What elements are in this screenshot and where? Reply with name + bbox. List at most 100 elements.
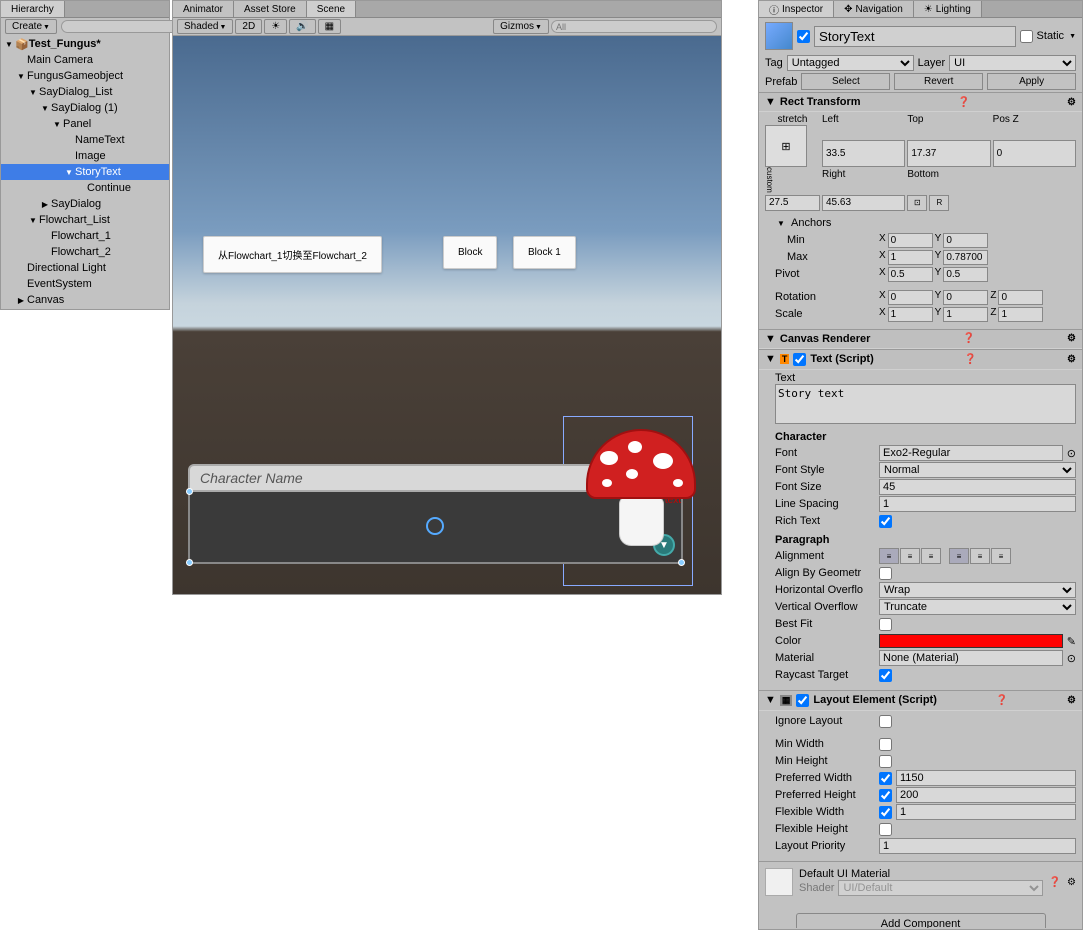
gear-icon[interactable]: ⚙: [1067, 695, 1076, 706]
help-icon[interactable]: ❓: [964, 354, 976, 365]
node-saydialog[interactable]: ▶SayDialog: [1, 196, 169, 212]
anchor-max-x[interactable]: [888, 250, 933, 265]
node-directional-light[interactable]: Directional Light: [1, 260, 169, 276]
pivot-x[interactable]: [888, 267, 933, 282]
color-swatch[interactable]: [879, 634, 1063, 648]
anchors-label[interactable]: Anchors: [791, 217, 831, 229]
text-enabled-checkbox[interactable]: [793, 353, 806, 366]
hierarchy-tab[interactable]: Hierarchy: [1, 1, 65, 17]
layout-enabled-checkbox[interactable]: [796, 694, 809, 707]
block-item-1[interactable]: Block 1: [513, 236, 576, 269]
block-switch-flowchart[interactable]: 从Flowchart_1切换至Flowchart_2: [203, 236, 382, 273]
rect-right[interactable]: [765, 195, 820, 211]
pivot-y[interactable]: [943, 267, 988, 282]
anchor-max-y[interactable]: [943, 250, 988, 265]
prefab-apply-button[interactable]: Apply: [987, 73, 1076, 90]
node-flowchart-list[interactable]: ▼Flowchart_List: [1, 212, 169, 228]
align-middle-icon[interactable]: ≡: [970, 548, 990, 564]
shaded-dropdown[interactable]: Shaded▼: [177, 19, 233, 34]
node-panel[interactable]: ▼Panel: [1, 116, 169, 132]
scale-y[interactable]: [943, 307, 988, 322]
gameobject-name-field[interactable]: [814, 26, 1016, 47]
animator-tab[interactable]: Animator: [173, 1, 234, 17]
active-checkbox[interactable]: [797, 30, 810, 43]
scale-x[interactable]: [888, 307, 933, 322]
min-height-checkbox[interactable]: [879, 755, 892, 768]
node-continue[interactable]: Continue: [1, 180, 169, 196]
line-spacing-field[interactable]: [879, 496, 1076, 512]
node-flowchart-1[interactable]: Flowchart_1: [1, 228, 169, 244]
create-button[interactable]: Create▼: [5, 19, 57, 34]
node-fungus-gameobject[interactable]: ▼FungusGameobject: [1, 68, 169, 84]
align-top-icon[interactable]: ≡: [949, 548, 969, 564]
rect-transform-header[interactable]: ▼Rect Transform❓⚙: [759, 92, 1082, 112]
align-geometry-checkbox[interactable]: [879, 567, 892, 580]
anchor-preset-button[interactable]: ⊞: [765, 125, 807, 167]
node-canvas[interactable]: ▶Canvas: [1, 292, 169, 308]
help-icon[interactable]: ❓: [996, 695, 1008, 706]
rotation-z[interactable]: [998, 290, 1043, 305]
navigation-tab[interactable]: ✥ Navigation: [834, 1, 914, 17]
font-size-field[interactable]: [879, 479, 1076, 495]
layout-element-header[interactable]: ▼▦Layout Element (Script)❓⚙: [759, 690, 1082, 711]
prefab-select-button[interactable]: Select: [801, 73, 890, 90]
object-picker-icon[interactable]: ⊙: [1067, 447, 1076, 460]
tag-dropdown[interactable]: Untagged: [787, 55, 914, 71]
add-component-button[interactable]: Add Component: [796, 913, 1046, 928]
align-bottom-icon[interactable]: ≡: [991, 548, 1011, 564]
align-right-icon[interactable]: ≡: [921, 548, 941, 564]
light-icon[interactable]: ☀: [264, 19, 287, 34]
asset-store-tab[interactable]: Asset Store: [234, 1, 307, 17]
scene-search[interactable]: [551, 20, 717, 33]
static-checkbox[interactable]: [1020, 30, 1033, 43]
text-component-header[interactable]: ▼TText (Script)❓⚙: [759, 349, 1082, 370]
text-textarea[interactable]: Story text: [775, 384, 1076, 424]
pref-width-field[interactable]: [896, 770, 1076, 786]
pref-width-checkbox[interactable]: [879, 772, 892, 785]
layer-dropdown[interactable]: UI: [949, 55, 1076, 71]
canvas-renderer-header[interactable]: ▼Canvas Renderer❓⚙: [759, 329, 1082, 349]
v-overflow-dropdown[interactable]: Truncate: [879, 599, 1076, 615]
layout-priority-field[interactable]: [879, 838, 1076, 854]
align-left-icon[interactable]: ≡: [879, 548, 899, 564]
node-nametext[interactable]: NameText: [1, 132, 169, 148]
raycast-checkbox[interactable]: [879, 669, 892, 682]
pref-height-field[interactable]: [896, 787, 1076, 803]
help-icon[interactable]: ❓: [962, 333, 974, 344]
node-saydialog-list[interactable]: ▼SayDialog_List: [1, 84, 169, 100]
gear-icon[interactable]: ⚙: [1067, 354, 1076, 365]
rect-left[interactable]: [822, 140, 905, 168]
audio-icon[interactable]: 🔊: [289, 19, 315, 34]
flex-width-field[interactable]: [896, 804, 1076, 820]
rect-posz[interactable]: [993, 140, 1076, 168]
node-main-camera[interactable]: Main Camera: [1, 52, 169, 68]
raw-edit-icon[interactable]: R: [929, 195, 949, 211]
anchor-min-x[interactable]: [888, 233, 933, 248]
material-field[interactable]: [879, 650, 1063, 666]
scale-z[interactable]: [998, 307, 1043, 322]
gear-icon[interactable]: ⚙: [1067, 333, 1076, 344]
ignore-layout-checkbox[interactable]: [879, 715, 892, 728]
best-fit-checkbox[interactable]: [879, 618, 892, 631]
lighting-tab[interactable]: ☀ Lighting: [914, 1, 982, 17]
node-flowchart-2[interactable]: Flowchart_2: [1, 244, 169, 260]
fx-icon[interactable]: ▦: [318, 19, 341, 34]
min-width-checkbox[interactable]: [879, 738, 892, 751]
font-style-dropdown[interactable]: Normal: [879, 462, 1076, 478]
rotation-x[interactable]: [888, 290, 933, 305]
eyedropper-icon[interactable]: ✎: [1067, 635, 1076, 648]
2d-toggle[interactable]: 2D: [235, 19, 262, 34]
flex-width-checkbox[interactable]: [879, 806, 892, 819]
node-eventsystem[interactable]: EventSystem: [1, 276, 169, 292]
scene-root[interactable]: ▼📦Test_Fungus*: [1, 36, 169, 52]
h-overflow-dropdown[interactable]: Wrap: [879, 582, 1076, 598]
block-item[interactable]: Block: [443, 236, 497, 269]
prefab-revert-button[interactable]: Revert: [894, 73, 983, 90]
rect-bottom[interactable]: [822, 195, 905, 211]
object-picker-icon[interactable]: ⊙: [1067, 652, 1076, 665]
rect-top[interactable]: [907, 140, 990, 168]
gameobject-icon[interactable]: [765, 22, 793, 50]
pref-height-checkbox[interactable]: [879, 789, 892, 802]
node-image[interactable]: Image: [1, 148, 169, 164]
node-saydialog-1[interactable]: ▼SayDialog (1): [1, 100, 169, 116]
